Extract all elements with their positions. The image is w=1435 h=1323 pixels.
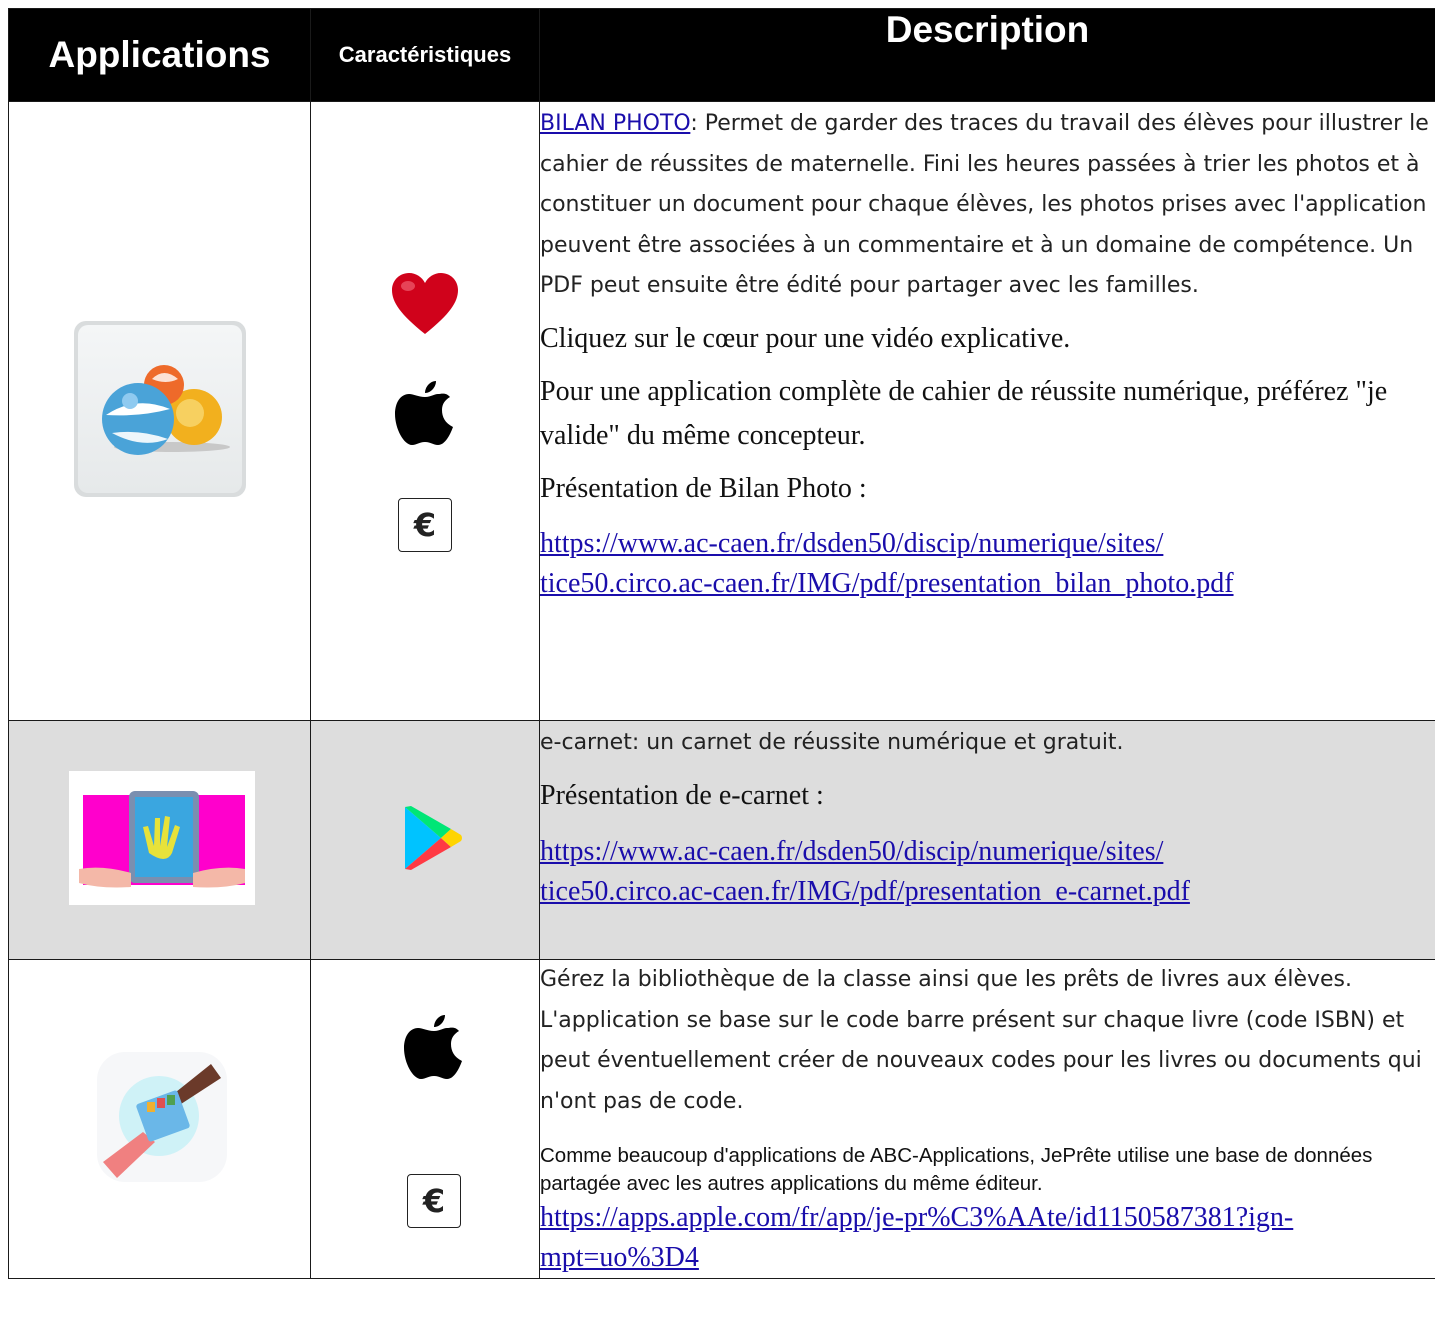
app-image-cell bbox=[8, 720, 311, 960]
description-text: e-carnet: un carnet de réussite numériqu… bbox=[540, 730, 1124, 755]
presentation-label: Présentation de Bilan Photo : bbox=[540, 472, 867, 504]
description-paragraph: BILAN PHOTO: Permet de garder des traces… bbox=[540, 102, 1435, 307]
euro-icon: € bbox=[407, 1173, 461, 1228]
presentation-url[interactable]: https://www.ac-caen.fr/dsden50/discip/nu… bbox=[540, 832, 1435, 912]
characteristics-cell: € bbox=[310, 959, 540, 1279]
heart-icon[interactable] bbox=[390, 272, 460, 341]
table-row: e-carnet: un carnet de réussite numériqu… bbox=[8, 720, 1435, 960]
database-note: Comme beaucoup d'applications de ABC-App… bbox=[540, 1144, 1373, 1195]
bilan-photo-app-icon[interactable] bbox=[72, 319, 248, 504]
app-image-cell bbox=[8, 101, 311, 721]
video-note: Cliquez sur le cœur pour une vidéo expli… bbox=[540, 322, 1071, 354]
url-line[interactable]: https://www.ac-caen.fr/dsden50/discip/nu… bbox=[540, 836, 1163, 867]
description-cell: e-carnet: un carnet de réussite numériqu… bbox=[539, 720, 1435, 960]
url-line[interactable]: tice50.circo.ac-caen.fr/IMG/pdf/presenta… bbox=[540, 876, 1190, 907]
applications-table: Applications Caractéristiques Descriptio… bbox=[8, 8, 1435, 1279]
header-description: Description bbox=[539, 8, 1435, 102]
url-line[interactable]: mpt=uo%3D4 bbox=[540, 1242, 699, 1273]
header-applications: Applications bbox=[8, 8, 311, 102]
app-store-url[interactable]: https://apps.apple.com/fr/app/je-pr%C3%A… bbox=[540, 1198, 1435, 1278]
header-caracteristiques: Caractéristiques bbox=[310, 8, 540, 102]
google-play-icon bbox=[387, 805, 463, 876]
description-cell: BILAN PHOTO: Permet de garder des traces… bbox=[539, 101, 1435, 721]
table-header-row: Applications Caractéristiques Descriptio… bbox=[8, 8, 1435, 102]
apple-icon bbox=[403, 1011, 465, 1088]
description-cell: Gérez la bibliothèque de la classe ainsi… bbox=[539, 959, 1435, 1279]
jeprete-app-icon[interactable] bbox=[95, 1050, 229, 1189]
e-carnet-app-icon[interactable] bbox=[68, 770, 255, 910]
url-line[interactable]: https://www.ac-caen.fr/dsden50/discip/nu… bbox=[540, 528, 1163, 559]
characteristics-cell bbox=[310, 720, 540, 960]
description-text: : Permet de garder des traces du travail… bbox=[540, 111, 1429, 298]
presentation-url[interactable]: https://www.ac-caen.fr/dsden50/discip/nu… bbox=[540, 524, 1435, 604]
bilan-photo-link[interactable]: BILAN PHOTO bbox=[540, 111, 690, 136]
presentation-label: Présentation de e-carnet : bbox=[540, 779, 824, 811]
euro-icon: € bbox=[398, 498, 452, 552]
table-row: € BILAN PHOTO: Permet de garder des trac… bbox=[8, 101, 1435, 721]
je-valide-note: Pour une application complète de cahier … bbox=[540, 375, 1388, 451]
characteristics-cell: € bbox=[310, 101, 540, 721]
url-line[interactable]: https://apps.apple.com/fr/app/je-pr%C3%A… bbox=[540, 1202, 1293, 1233]
apple-icon bbox=[394, 377, 456, 454]
description-text: Gérez la bibliothèque de la classe ainsi… bbox=[540, 967, 1422, 1114]
table-row: € Gérez la bibliothèque de la classe ain… bbox=[8, 959, 1435, 1279]
url-line[interactable]: tice50.circo.ac-caen.fr/IMG/pdf/presenta… bbox=[540, 568, 1234, 599]
app-image-cell bbox=[8, 959, 311, 1279]
